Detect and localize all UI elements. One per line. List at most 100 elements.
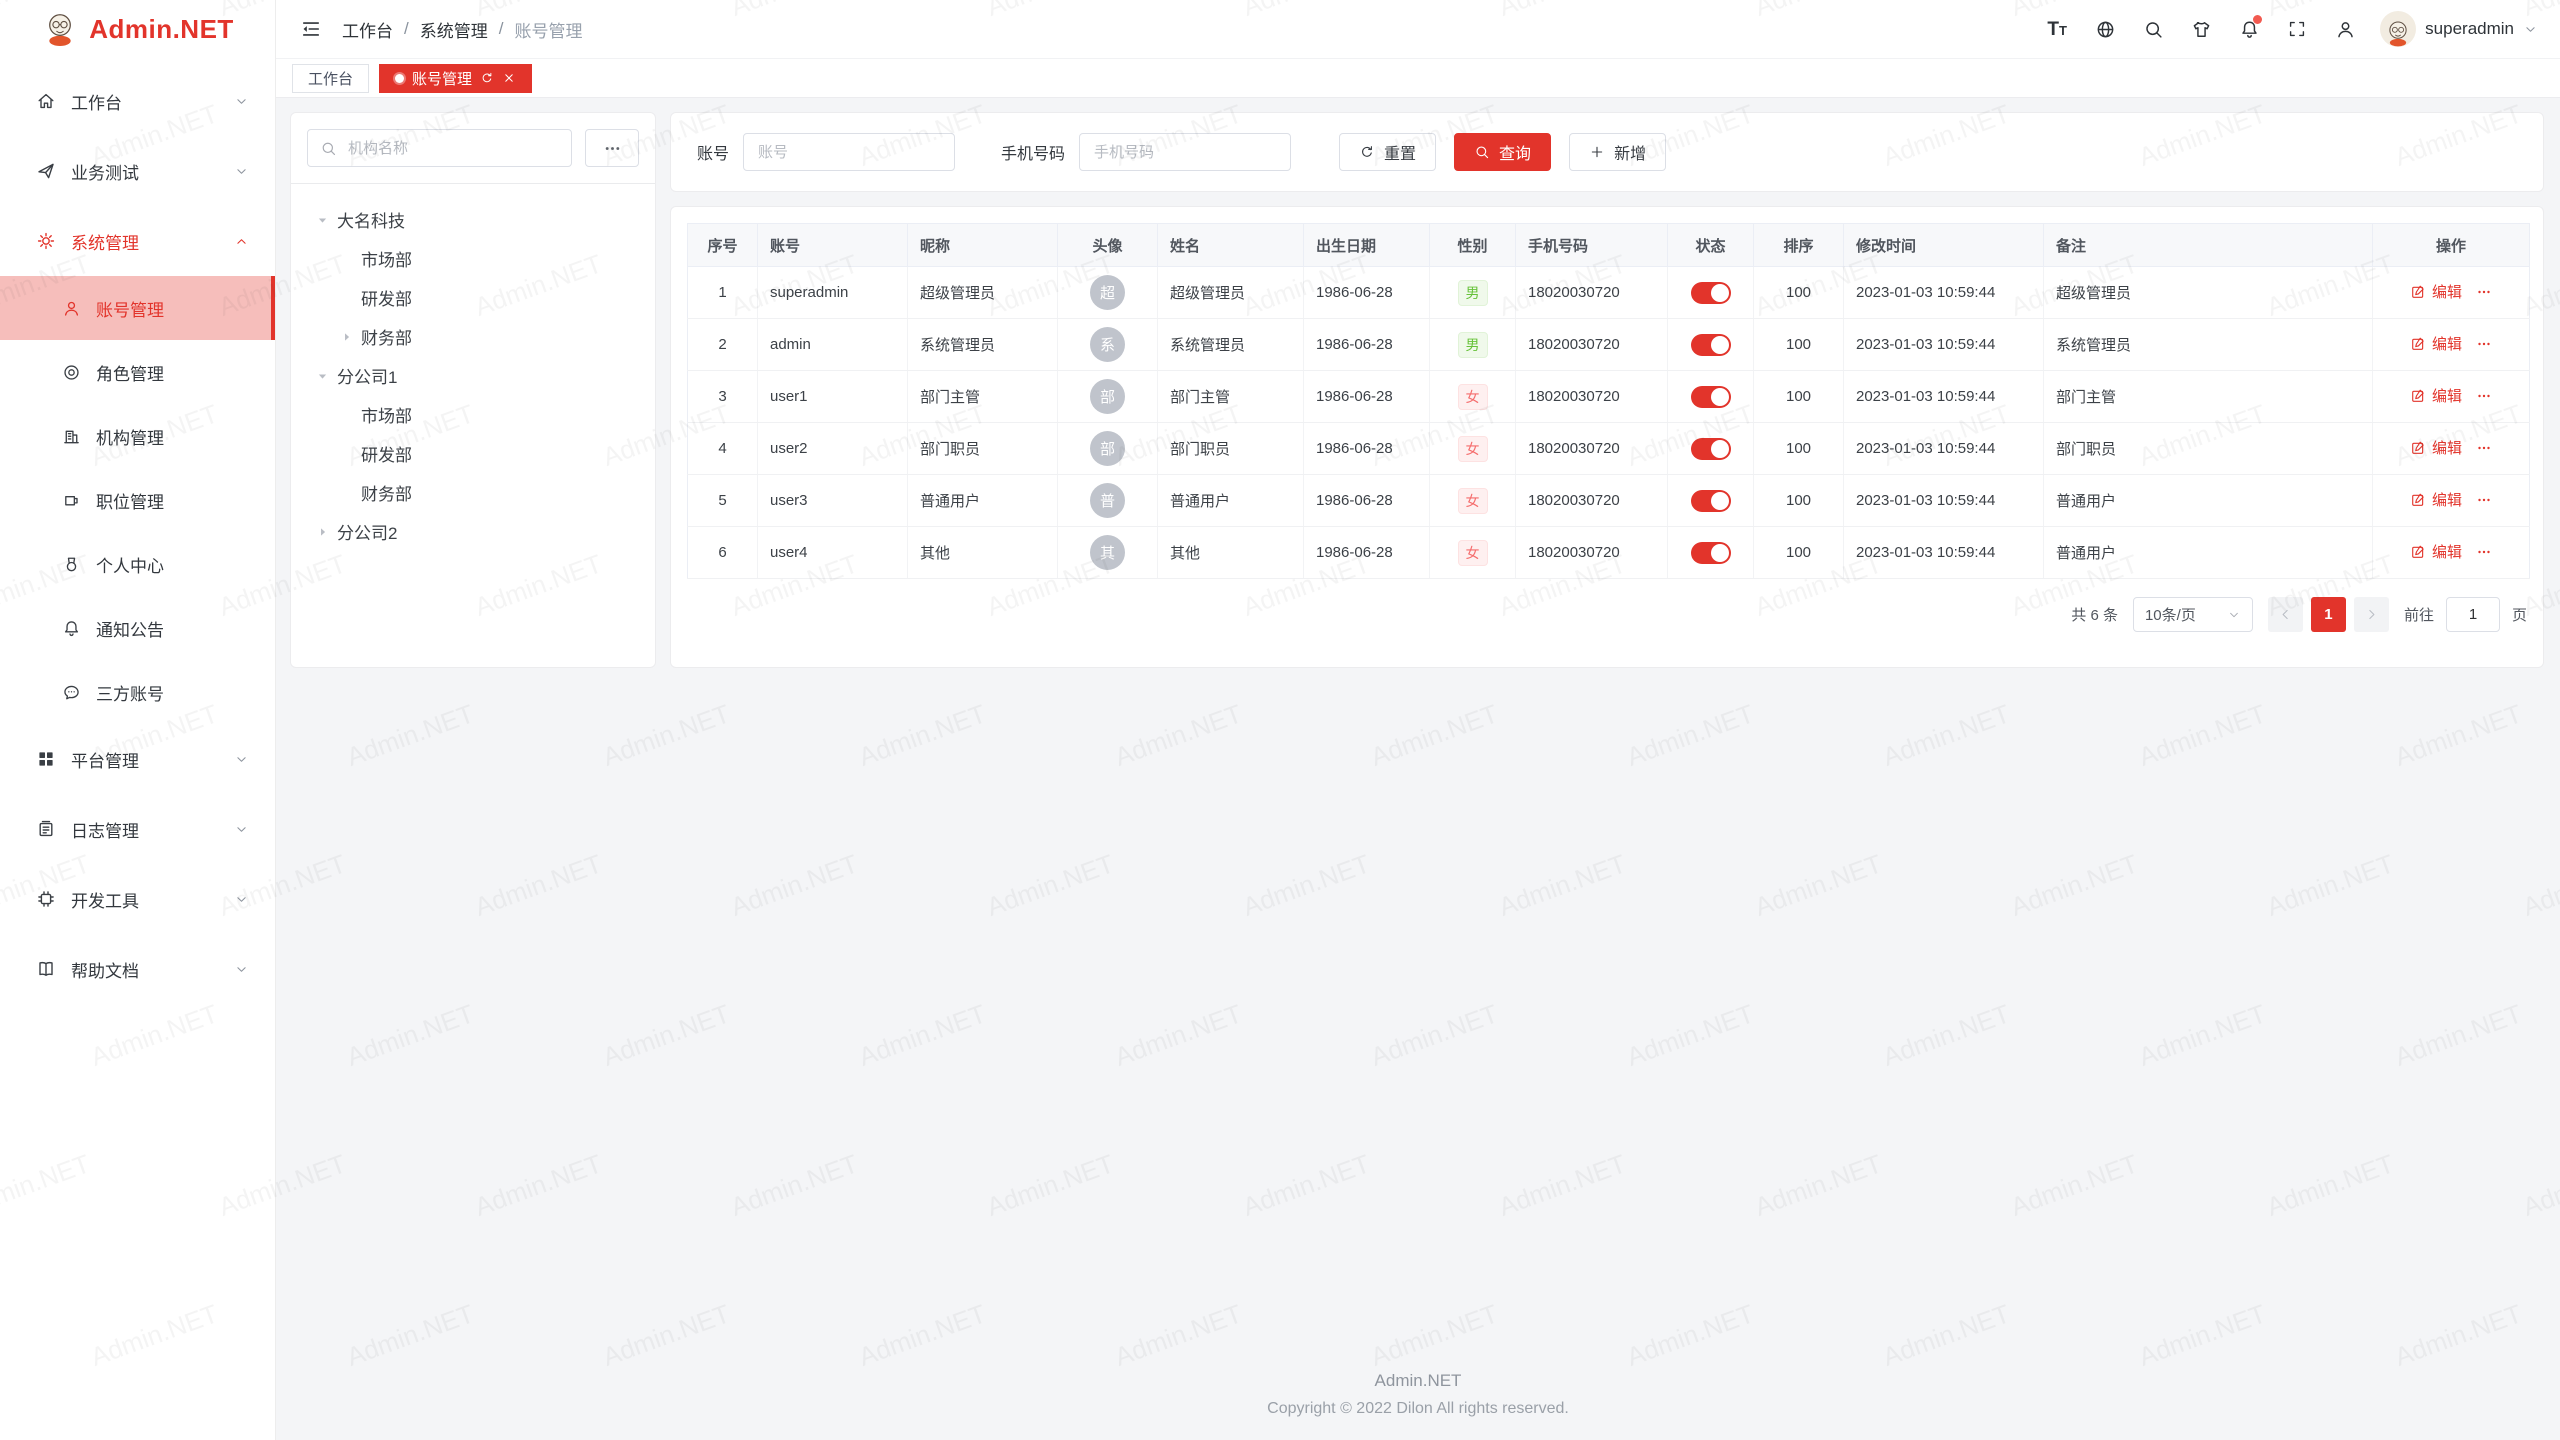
- breadcrumb-item[interactable]: 工作台: [342, 17, 393, 42]
- sidebar-item-org-management[interactable]: 机构管理: [0, 404, 275, 468]
- status-toggle[interactable]: [1691, 386, 1731, 408]
- account-input[interactable]: [756, 143, 942, 162]
- tab-label: 工作台: [308, 68, 353, 89]
- sidebar-item-help-docs[interactable]: 帮助文档: [0, 934, 275, 1004]
- table-header-row: 序号账号昵称头像姓名出生日期性别手机号码状态排序修改时间备注操作: [688, 224, 2530, 267]
- tree-caret-icon[interactable]: [316, 212, 330, 227]
- tree-caret-icon[interactable]: [339, 330, 354, 344]
- edit-button[interactable]: 编辑: [2410, 281, 2462, 302]
- add-button[interactable]: 新增: [1569, 133, 1666, 171]
- chat-icon: [62, 683, 81, 702]
- status-toggle[interactable]: [1691, 542, 1731, 564]
- cell-actions: 编辑: [2373, 527, 2530, 579]
- font-size-icon[interactable]: TT: [2036, 8, 2078, 50]
- cell-avatar: 部: [1058, 423, 1158, 475]
- tree-node[interactable]: 研发部: [307, 278, 639, 317]
- tree-caret-icon[interactable]: [316, 368, 330, 383]
- sidebar-item-profile-center[interactable]: 个人中心: [0, 532, 275, 596]
- next-page-button[interactable]: [2354, 597, 2389, 632]
- status-toggle[interactable]: [1691, 438, 1731, 460]
- tab-refresh-icon[interactable]: [480, 71, 494, 85]
- row-more-button[interactable]: [2476, 284, 2492, 300]
- column-header-sex: 性别: [1430, 224, 1516, 267]
- row-more-button[interactable]: [2476, 388, 2492, 404]
- breadcrumb-item[interactable]: 系统管理: [420, 17, 488, 42]
- tree-node[interactable]: 分公司1: [307, 356, 639, 395]
- cell-birthdate: 1986-06-28: [1304, 267, 1430, 319]
- row-more-button[interactable]: [2476, 544, 2492, 560]
- avatar: 超: [1090, 275, 1125, 310]
- pager: 1: [2268, 597, 2389, 632]
- edit-button[interactable]: 编辑: [2410, 541, 2462, 562]
- tree-more-button[interactable]: [585, 129, 639, 167]
- reset-button[interactable]: 重置: [1339, 133, 1436, 171]
- sidebar-item-role-management[interactable]: 角色管理: [0, 340, 275, 404]
- sidebar-item-dev-tools[interactable]: 开发工具: [0, 864, 275, 934]
- sidebar-item-business-test[interactable]: 业务测试: [0, 136, 275, 206]
- tree-node[interactable]: 分公司2: [307, 512, 639, 551]
- tree-node[interactable]: 研发部: [307, 434, 639, 473]
- theme-icon: [2191, 19, 2212, 40]
- sidebar-item-position-management[interactable]: 职位管理: [0, 468, 275, 532]
- tree-node-label: 大名科技: [337, 207, 405, 232]
- menu-fold-icon[interactable]: [300, 18, 322, 40]
- row-more-button[interactable]: [2476, 440, 2492, 456]
- row-more-button[interactable]: [2476, 492, 2492, 508]
- chevron-down-icon: [234, 752, 249, 767]
- sidebar-item-account-management[interactable]: 账号管理: [0, 276, 275, 340]
- prev-page-button[interactable]: [2268, 597, 2303, 632]
- cell-sort: 100: [1754, 267, 1844, 319]
- cell-account: user4: [758, 527, 908, 579]
- sidebar-item-label: 职位管理: [96, 488, 249, 513]
- sidebar-item-label: 日志管理: [71, 817, 234, 842]
- tree-node[interactable]: 财务部: [307, 473, 639, 512]
- row-more-button[interactable]: [2476, 336, 2492, 352]
- tab-workbench[interactable]: 工作台: [292, 64, 369, 93]
- goto-page-input[interactable]: [2446, 597, 2500, 632]
- edit-button[interactable]: 编辑: [2410, 385, 2462, 406]
- status-toggle[interactable]: [1691, 334, 1731, 356]
- user-menu[interactable]: superadmin: [2380, 11, 2538, 47]
- sidebar-item-label: 通知公告: [96, 616, 249, 641]
- theme-icon[interactable]: [2180, 8, 2222, 50]
- cell-modified: 2023-01-03 10:59:44: [1844, 527, 2044, 579]
- cell-avatar: 普: [1058, 475, 1158, 527]
- tree-node[interactable]: 大名科技: [307, 200, 639, 239]
- tab-close-icon[interactable]: [502, 71, 516, 85]
- org-search-input[interactable]: [346, 139, 559, 158]
- tree-node[interactable]: 财务部: [307, 317, 639, 356]
- logo[interactable]: Admin.NET: [0, 0, 275, 58]
- sidebar-item-notice-announcement[interactable]: 通知公告: [0, 596, 275, 660]
- cell-avatar: 系: [1058, 319, 1158, 371]
- sidebar-item-label: 系统管理: [71, 229, 234, 254]
- page-number-current[interactable]: 1: [2311, 597, 2346, 632]
- sidebar-item-workbench[interactable]: 工作台: [0, 66, 275, 136]
- edit-button[interactable]: 编辑: [2410, 333, 2462, 354]
- tree-node[interactable]: 市场部: [307, 395, 639, 434]
- sidebar-item-platform-management[interactable]: 平台管理: [0, 724, 275, 794]
- page-size-select[interactable]: 10条/页: [2133, 597, 2253, 632]
- edit-icon: [2410, 440, 2426, 456]
- notification-bell-icon[interactable]: [2228, 8, 2270, 50]
- fullscreen-icon[interactable]: [2276, 8, 2318, 50]
- language-icon[interactable]: [2084, 8, 2126, 50]
- edit-button[interactable]: 编辑: [2410, 437, 2462, 458]
- breadcrumb-separator: /: [404, 19, 409, 39]
- user-icon[interactable]: [2324, 8, 2366, 50]
- tab-account-management[interactable]: 账号管理: [379, 64, 532, 93]
- search-button[interactable]: 查询: [1454, 133, 1551, 171]
- tree-caret-icon[interactable]: [315, 525, 330, 539]
- edit-button[interactable]: 编辑: [2410, 489, 2462, 510]
- status-toggle[interactable]: [1691, 490, 1731, 512]
- sidebar-item-third-party-account[interactable]: 三方账号: [0, 660, 275, 724]
- sidebar-item-log-management[interactable]: 日志管理: [0, 794, 275, 864]
- more-icon: [2476, 440, 2492, 456]
- breadcrumb-separator: /: [499, 19, 504, 39]
- status-toggle[interactable]: [1691, 282, 1731, 304]
- avatar: 普: [1090, 483, 1125, 518]
- phone-input[interactable]: [1092, 143, 1278, 162]
- tree-node[interactable]: 市场部: [307, 239, 639, 278]
- cell-phone: 18020030720: [1516, 319, 1668, 371]
- sidebar-item-system-management[interactable]: 系统管理: [0, 206, 275, 276]
- search-icon[interactable]: [2132, 8, 2174, 50]
